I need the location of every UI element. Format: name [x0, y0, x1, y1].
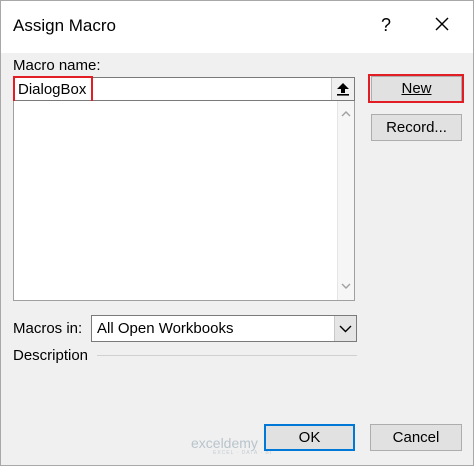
help-button[interactable]: ?	[375, 15, 397, 36]
description-label: Description	[13, 347, 89, 364]
macros-in-value: All Open Workbooks	[97, 320, 234, 337]
macros-in-select[interactable]: All Open Workbooks	[91, 315, 357, 342]
macro-name-label: Macro name:	[13, 57, 101, 74]
ok-button-label: OK	[298, 429, 321, 446]
close-icon[interactable]	[431, 13, 453, 35]
assign-macro-dialog: Assign Macro ? Macro name: DialogBox New…	[0, 0, 474, 466]
record-button[interactable]: Record...	[371, 114, 462, 141]
chevron-down-icon	[339, 325, 352, 333]
ok-button[interactable]: OK	[264, 424, 355, 451]
new-button-highlight	[368, 74, 464, 103]
title-bar: Assign Macro ?	[1, 1, 473, 53]
macro-name-highlight	[13, 76, 93, 104]
collapse-dialog-button[interactable]	[331, 78, 354, 100]
macro-name-label-text: Macro name:	[13, 57, 101, 74]
record-button-label: Record...	[386, 119, 447, 136]
collapse-dialog-icon	[337, 83, 349, 96]
cancel-button[interactable]: Cancel	[370, 424, 462, 451]
cancel-button-label: Cancel	[392, 429, 440, 446]
macros-in-label: Macros in:	[13, 320, 83, 337]
list-scrollbar[interactable]	[337, 101, 354, 300]
macros-in-dropdown-button[interactable]	[334, 316, 356, 341]
macro-list[interactable]	[13, 101, 355, 301]
exceldemy-watermark: exceldemy	[191, 435, 258, 451]
dialog-title: Assign Macro	[13, 16, 116, 35]
scroll-up-icon[interactable]	[341, 109, 351, 119]
scroll-down-icon[interactable]	[341, 281, 351, 291]
description-divider	[97, 355, 357, 356]
